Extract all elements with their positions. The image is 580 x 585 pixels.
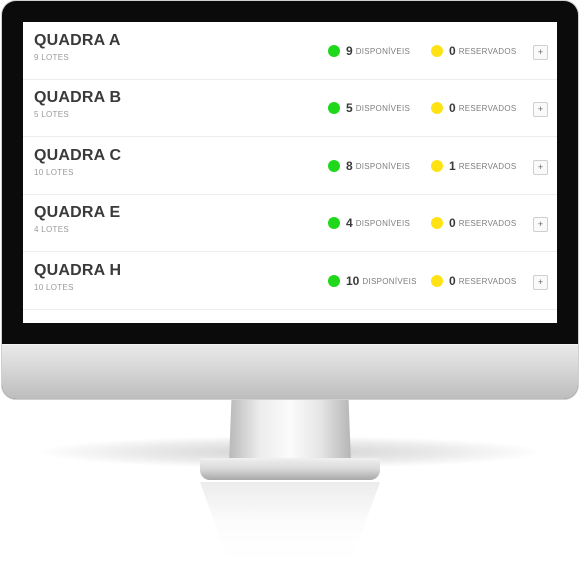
quadra-title: QUADRA A xyxy=(34,32,121,49)
quadra-row[interactable]: QUADRA B 5 LOTES 5 DISPONÍVEIS 0 RESERVA… xyxy=(23,79,557,137)
plus-icon: + xyxy=(537,47,544,57)
reserved-label: RESERVADOS xyxy=(458,276,517,286)
available-label: DISPONÍVEIS xyxy=(355,161,411,171)
yellow-dot-icon xyxy=(431,45,443,57)
yellow-dot-icon xyxy=(431,160,443,172)
quadra-title: QUADRA H xyxy=(34,262,122,279)
available-count: 10 xyxy=(346,274,360,288)
available-label: DISPONÍVEIS xyxy=(355,46,411,56)
quadra-title: QUADRA B xyxy=(34,89,122,106)
reserved-count: 0 xyxy=(449,216,456,230)
available-count: 4 xyxy=(346,216,353,230)
monitor-stand-neck xyxy=(229,399,351,463)
expand-button[interactable]: + xyxy=(533,102,548,117)
reserved-count: 0 xyxy=(449,101,456,115)
stand-reflection xyxy=(200,482,380,562)
reserved-count: 0 xyxy=(449,274,456,288)
reserved-stat: 0 RESERVADOS xyxy=(431,216,517,230)
reserved-stat: 0 RESERVADOS xyxy=(431,274,517,288)
reserved-label: RESERVADOS xyxy=(458,218,517,228)
green-dot-icon xyxy=(328,160,340,172)
green-dot-icon xyxy=(328,45,340,57)
available-count: 5 xyxy=(346,101,353,115)
reserved-label: RESERVADOS xyxy=(458,46,517,56)
plus-icon: + xyxy=(537,219,544,229)
screen: QUADRA A 9 LOTES 9 DISPONÍVEIS 0 RESERVA… xyxy=(23,22,557,323)
yellow-dot-icon xyxy=(431,217,443,229)
monitor-chin xyxy=(2,344,578,399)
reserved-count: 1 xyxy=(449,159,456,173)
green-dot-icon xyxy=(328,217,340,229)
available-count: 8 xyxy=(346,159,353,173)
green-dot-icon xyxy=(328,275,340,287)
plus-icon: + xyxy=(537,162,544,172)
lotes-count: 10 LOTES xyxy=(34,168,74,177)
expand-button[interactable]: + xyxy=(533,160,548,175)
available-stat: 5 DISPONÍVEIS xyxy=(328,101,410,115)
available-count: 9 xyxy=(346,44,353,58)
available-label: DISPONÍVEIS xyxy=(362,276,417,286)
reserved-stat: 1 RESERVADOS xyxy=(431,159,517,173)
lotes-count: 9 LOTES xyxy=(34,53,70,62)
green-dot-icon xyxy=(328,102,340,114)
expand-button[interactable]: + xyxy=(533,217,548,232)
plus-icon: + xyxy=(537,277,544,287)
reserved-count: 0 xyxy=(449,44,456,58)
available-label: DISPONÍVEIS xyxy=(355,103,411,113)
reserved-stat: 0 RESERVADOS xyxy=(431,101,517,115)
reserved-label: RESERVADOS xyxy=(458,103,517,113)
quadra-title: QUADRA C xyxy=(34,147,122,164)
available-stat: 9 DISPONÍVEIS xyxy=(328,44,410,58)
lotes-count: 10 LOTES xyxy=(34,283,74,292)
available-stat: 10 DISPONÍVEIS xyxy=(328,274,417,288)
yellow-dot-icon xyxy=(431,275,443,287)
quadra-row[interactable]: QUADRA C 10 LOTES 8 DISPONÍVEIS 1 RESERV… xyxy=(23,137,557,195)
expand-button[interactable]: + xyxy=(533,45,548,60)
quadra-row[interactable]: QUADRA E 4 LOTES 4 DISPONÍVEIS 0 RESERVA… xyxy=(23,194,557,252)
lotes-count: 4 LOTES xyxy=(34,225,70,234)
quadra-row[interactable]: QUADRA H 10 LOTES 10 DISPONÍVEIS 0 RESER… xyxy=(23,252,557,310)
available-stat: 8 DISPONÍVEIS xyxy=(328,159,410,173)
quadra-row[interactable]: QUADRA A 9 LOTES 9 DISPONÍVEIS 0 RESERVA… xyxy=(23,22,557,80)
monitor-stand-base xyxy=(200,458,380,480)
yellow-dot-icon xyxy=(431,102,443,114)
quadra-title: QUADRA E xyxy=(34,204,121,221)
monitor-body: QUADRA A 9 LOTES 9 DISPONÍVEIS 0 RESERVA… xyxy=(2,1,578,399)
reserved-label: RESERVADOS xyxy=(458,161,517,171)
available-label: DISPONÍVEIS xyxy=(355,218,411,228)
plus-icon: + xyxy=(537,104,544,114)
lotes-count: 5 LOTES xyxy=(34,110,70,119)
available-stat: 4 DISPONÍVEIS xyxy=(328,216,410,230)
reserved-stat: 0 RESERVADOS xyxy=(431,44,517,58)
monitor-mockup: QUADRA A 9 LOTES 9 DISPONÍVEIS 0 RESERVA… xyxy=(0,0,580,585)
expand-button[interactable]: + xyxy=(533,275,548,290)
